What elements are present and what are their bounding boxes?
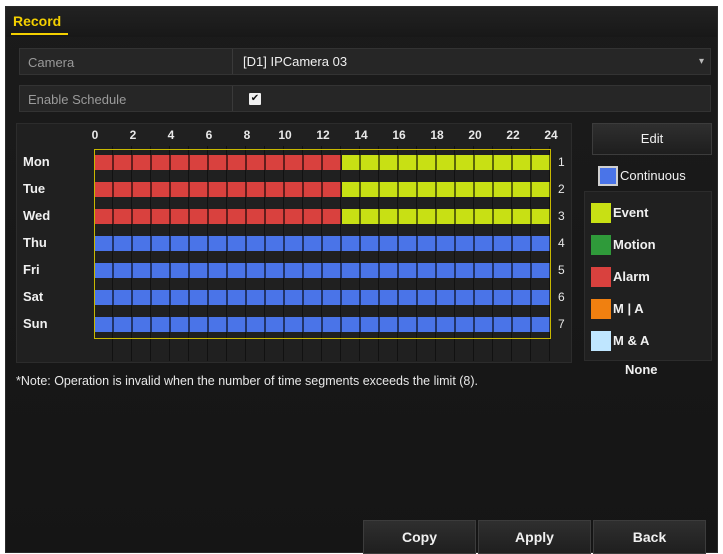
hour-label: 4 bbox=[167, 128, 175, 142]
day-label: Sun bbox=[23, 316, 48, 331]
schedule-segment-alarm[interactable] bbox=[95, 155, 341, 170]
day-index: 6 bbox=[558, 290, 565, 304]
enable-schedule-field: ✔ bbox=[232, 86, 710, 111]
legend-item-alarm[interactable]: Alarm bbox=[585, 264, 711, 290]
hour-label: 12 bbox=[316, 128, 330, 142]
day-index: 5 bbox=[558, 263, 565, 277]
day-index: 1 bbox=[558, 155, 565, 169]
day-label: Fri bbox=[23, 262, 40, 277]
hour-label: 14 bbox=[354, 128, 368, 142]
day-index: 2 bbox=[558, 182, 565, 196]
legend-panel: Event Motion Alarm M | A M & A None bbox=[584, 191, 712, 377]
legend-swatch bbox=[591, 235, 611, 255]
schedule-row-mon[interactable]: Mon 1 bbox=[17, 149, 571, 176]
day-label: Wed bbox=[23, 208, 51, 223]
day-label: Sat bbox=[23, 289, 44, 304]
camera-row: Camera [D1] IPCamera 03 ▾ bbox=[19, 48, 711, 75]
legend-label: Alarm bbox=[613, 269, 650, 284]
schedule-segment-alarm[interactable] bbox=[95, 182, 341, 197]
copy-button[interactable]: Copy bbox=[363, 520, 476, 554]
day-label: Thu bbox=[23, 235, 47, 250]
legend-label-continuous: Continuous bbox=[620, 168, 686, 183]
schedule-row-sat[interactable]: Sat 6 bbox=[17, 284, 571, 311]
legend-item-m-a[interactable]: M | A bbox=[585, 296, 711, 322]
record-window: Record Camera [D1] IPCamera 03 ▾ Enable … bbox=[5, 6, 718, 554]
hour-label: 8 bbox=[243, 128, 251, 142]
legend-label: Motion bbox=[613, 237, 656, 252]
tab-record[interactable]: Record bbox=[9, 13, 65, 29]
legend-label: M & A bbox=[613, 333, 650, 348]
legend-label: M | A bbox=[613, 301, 644, 316]
legend-label: Event bbox=[613, 205, 649, 220]
enable-schedule-checkbox[interactable]: ✔ bbox=[249, 93, 261, 105]
apply-button[interactable]: Apply bbox=[478, 520, 591, 554]
hour-label: 6 bbox=[205, 128, 213, 142]
day-index: 7 bbox=[558, 317, 565, 331]
schedule-row-thu[interactable]: Thu 4 bbox=[17, 230, 571, 257]
legend-swatch bbox=[591, 331, 611, 351]
day-index: 3 bbox=[558, 209, 565, 223]
hour-label: 22 bbox=[506, 128, 520, 142]
day-label: Tue bbox=[23, 181, 46, 196]
hour-label: 18 bbox=[430, 128, 444, 142]
active-tab-indicator bbox=[11, 33, 68, 35]
schedule-row-fri[interactable]: Fri 5 bbox=[17, 257, 571, 284]
legend-swatch bbox=[591, 267, 611, 287]
chevron-down-icon: ▾ bbox=[698, 56, 704, 67]
legend-swatch bbox=[591, 203, 611, 223]
schedule-segment-alarm[interactable] bbox=[95, 209, 341, 224]
hour-label: 20 bbox=[468, 128, 482, 142]
day-label: Mon bbox=[23, 154, 50, 169]
schedule-row-wed[interactable]: Wed 3 bbox=[17, 203, 571, 230]
hour-label: 10 bbox=[278, 128, 292, 142]
camera-label: Camera bbox=[28, 55, 75, 70]
camera-select-value: [D1] IPCamera 03 bbox=[243, 54, 348, 69]
legend-label: None bbox=[625, 362, 658, 377]
schedule-row-tue[interactable]: Tue 2 bbox=[17, 176, 571, 203]
hour-label: 24 bbox=[544, 128, 558, 142]
legend-item-motion[interactable]: Motion bbox=[585, 232, 711, 258]
schedule-segment-event[interactable] bbox=[342, 182, 550, 197]
day-index: 4 bbox=[558, 236, 565, 250]
enable-schedule-row: Enable Schedule ✔ bbox=[19, 85, 711, 112]
edit-button[interactable]: Edit bbox=[592, 123, 712, 155]
segment-limit-note: *Note: Operation is invalid when the num… bbox=[16, 374, 479, 388]
legend-item-event[interactable]: Event bbox=[585, 200, 711, 226]
enable-schedule-label: Enable Schedule bbox=[28, 92, 127, 107]
schedule-segment-continuous[interactable] bbox=[95, 290, 550, 305]
schedule-grid[interactable]: 0 2 4 6 8 10 12 14 16 18 20 22 24 Mon 1 Tue 2 Wed 3 Thu 4 Fr… bbox=[16, 123, 572, 363]
schedule-segment-event[interactable] bbox=[342, 155, 550, 170]
legend-swatch-continuous bbox=[598, 166, 618, 186]
legend-item-continuous[interactable]: Continuous bbox=[592, 163, 716, 189]
hour-axis: 0 2 4 6 8 10 12 14 16 18 20 22 24 bbox=[17, 124, 571, 146]
camera-select[interactable]: [D1] IPCamera 03 ▾ bbox=[232, 49, 710, 74]
legend-swatch bbox=[591, 299, 611, 319]
title-bar: Record bbox=[6, 7, 717, 37]
schedule-segment-continuous[interactable] bbox=[95, 263, 550, 278]
legend-item-m-a[interactable]: M & A bbox=[585, 328, 711, 354]
schedule-row-sun[interactable]: Sun 7 bbox=[17, 311, 571, 338]
hour-label: 2 bbox=[129, 128, 137, 142]
back-button[interactable]: Back bbox=[593, 520, 706, 554]
schedule-segment-continuous[interactable] bbox=[95, 236, 550, 251]
hour-label: 16 bbox=[392, 128, 406, 142]
schedule-segment-event[interactable] bbox=[342, 209, 550, 224]
hour-label: 0 bbox=[91, 128, 99, 142]
schedule-segment-continuous[interactable] bbox=[95, 317, 550, 332]
